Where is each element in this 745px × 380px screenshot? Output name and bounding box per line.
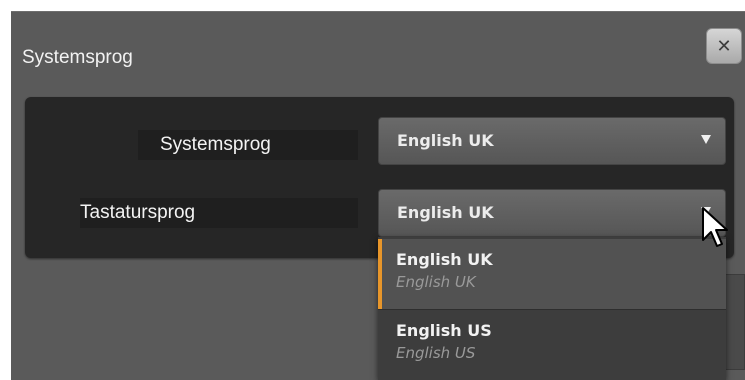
system-language-label: Systemsprog xyxy=(160,134,271,155)
chevron-down-icon xyxy=(701,135,711,144)
option-label: English UK xyxy=(396,250,493,269)
keyboard-language-value: English UK xyxy=(397,203,494,222)
option-label: English US xyxy=(396,321,492,340)
mouse-pointer-icon xyxy=(702,207,728,247)
dialog-title: Systemsprog xyxy=(22,47,133,68)
system-language-select[interactable]: English UK xyxy=(378,117,726,165)
keyboard-language-select[interactable]: English UK xyxy=(378,189,726,237)
option-sublabel: English US xyxy=(396,344,476,362)
keyboard-language-dropdown: English UK English UK English US English… xyxy=(378,237,726,380)
keyboard-language-label: Tastatursprog xyxy=(80,202,196,223)
dropdown-option-english-uk[interactable]: English UK English UK xyxy=(378,239,726,309)
system-language-value: English UK xyxy=(397,131,494,150)
option-sublabel: English UK xyxy=(396,273,476,291)
close-icon: ✕ xyxy=(716,35,732,57)
dropdown-option-english-us[interactable]: English US English US xyxy=(378,309,726,379)
close-button[interactable]: ✕ xyxy=(706,28,742,64)
